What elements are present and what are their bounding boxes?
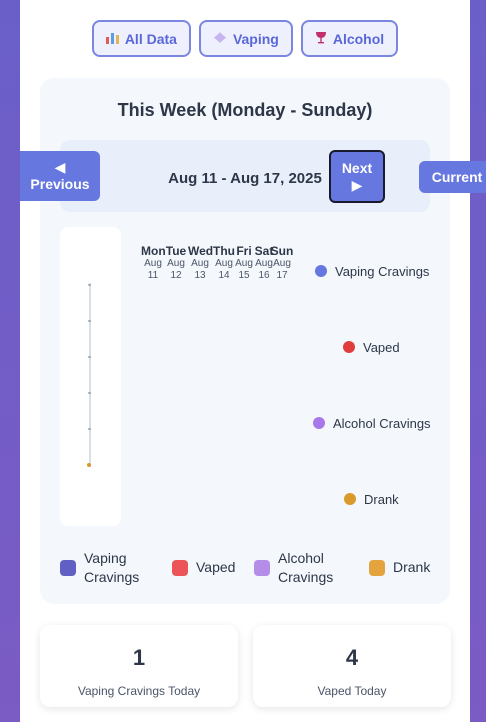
stat-label: Vaped Today <box>317 684 387 698</box>
stat-card-vaped: 4 Vaped Today <box>253 625 451 707</box>
filter-vaping-label: Vaping <box>232 30 279 47</box>
filter-all-data-label: All Data <box>124 30 177 47</box>
legend-swatch <box>60 560 76 576</box>
side-legend-vaping-cravings: Vaping Cravings <box>315 263 429 281</box>
weekly-chart-card: This Week (Monday - Sunday) Aug 11 - Aug… <box>20 78 486 604</box>
legend-swatch <box>172 559 188 576</box>
wine-glass-icon <box>315 31 327 47</box>
day-date: 17 <box>276 270 288 281</box>
day-tue: Tue Aug 12 <box>164 244 188 282</box>
day-sun: Sun Aug 17 <box>270 244 294 282</box>
side-legend-alcohol-cravings: Alcohol Cravings <box>313 415 431 433</box>
side-legend-drank: Drank <box>344 491 399 509</box>
filter-bar: All Data Vaping Alcohol <box>20 20 470 57</box>
main-panel: All Data Vaping Alcohol This Week (Monda… <box>20 0 486 722</box>
day-name: Sun <box>270 244 294 258</box>
day-month: Aug <box>167 258 185 269</box>
day-month: Aug <box>191 258 209 269</box>
legend-label: Drank <box>393 559 431 575</box>
day-header-row: Mon Aug 11 Tue Aug 12 Wed Aug 13 Thu Aug… <box>141 244 294 284</box>
legend-swatch <box>369 559 385 576</box>
legend-label: Vaping Cravings <box>84 550 140 585</box>
legend-dot <box>343 341 355 353</box>
filter-alcohol-label: Alcohol <box>332 30 385 47</box>
legend-dot <box>315 265 327 277</box>
week-title: This Week (Monday - Sunday) <box>117 100 373 120</box>
legend-swatch <box>254 560 270 576</box>
filter-alcohol-button[interactable]: Alcohol <box>300 20 399 57</box>
vape-icon <box>213 31 227 47</box>
legend-alcohol-cravings: Alcohol Cravings <box>254 549 354 587</box>
legend-dot <box>344 493 356 505</box>
legend-dot <box>313 417 325 429</box>
chart-axis <box>87 283 91 467</box>
day-mon: Mon Aug 11 <box>141 244 166 282</box>
legend-drank: Drank <box>369 558 430 577</box>
bar-chart-icon <box>105 31 119 47</box>
chart-canvas <box>60 227 121 526</box>
legend-vaping-cravings: Vaping Cravings <box>60 549 160 587</box>
day-name: Mon <box>141 244 166 258</box>
side-legend-vaped: Vaped <box>343 339 400 357</box>
legend-label: Alcohol Cravings <box>278 550 334 585</box>
current-week-button[interactable]: Current <box>419 161 486 193</box>
day-date: 12 <box>170 270 182 281</box>
filter-all-data-button[interactable]: All Data <box>91 20 191 57</box>
day-name: Tue <box>165 244 187 258</box>
day-month: Aug <box>144 258 162 269</box>
side-legend-label: Drank <box>364 492 399 507</box>
previous-week-button[interactable]: ◀ Previous <box>20 151 100 201</box>
side-legend-label: Alcohol Cravings <box>333 416 431 431</box>
week-date-range: Aug 11 - Aug 17, 2025 <box>168 170 322 187</box>
stat-value: 1 <box>132 645 146 670</box>
filter-vaping-button[interactable]: Vaping <box>198 20 293 57</box>
day-wed: Wed Aug 13 <box>188 244 214 282</box>
stat-label: Vaping Cravings Today <box>77 684 201 698</box>
legend-vaped: Vaped <box>172 558 235 577</box>
day-date: 13 <box>194 270 206 281</box>
day-month: Aug <box>273 258 291 269</box>
day-date: 11 <box>147 270 159 281</box>
day-name: Wed <box>188 244 214 258</box>
side-legend-label: Vaping Cravings <box>335 264 430 279</box>
stat-value: 4 <box>345 645 359 670</box>
next-week-button[interactable]: Next ▶ <box>329 150 385 203</box>
side-legend-label: Vaped <box>363 340 400 355</box>
legend-label: Vaped <box>196 559 236 575</box>
stat-card-vaping-cravings: 1 Vaping Cravings Today <box>40 625 238 707</box>
